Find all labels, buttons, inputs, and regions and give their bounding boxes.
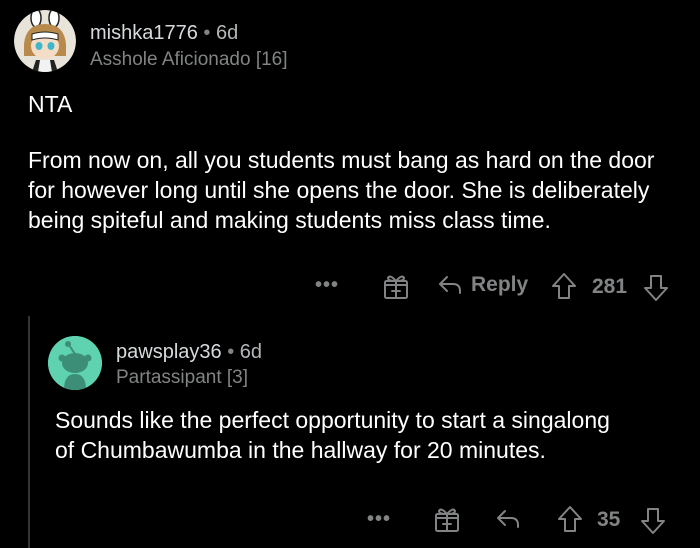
- upvote-arrow-icon: [558, 506, 582, 532]
- anime-avatar-icon: [14, 10, 76, 72]
- user-flair: Partassipant [3]: [116, 367, 249, 388]
- more-options-button[interactable]: •••: [367, 508, 391, 531]
- upvote-arrow-icon: [552, 273, 576, 299]
- username[interactable]: mishka1776: [90, 22, 198, 44]
- gift-icon: [435, 508, 459, 532]
- downvote-button[interactable]: [642, 273, 670, 303]
- comment-paragraph: NTA: [28, 91, 73, 117]
- comment-age: 6d: [239, 341, 263, 363]
- comment-header: mishka1776 • 6d: [90, 22, 238, 45]
- award-button[interactable]: [434, 505, 460, 533]
- reply-button[interactable]: [495, 506, 521, 532]
- comment-paragraph: From now on, all you students must bang …: [28, 147, 655, 233]
- username[interactable]: pawsplay36: [116, 341, 222, 363]
- downvote-arrow-icon: [641, 508, 665, 534]
- reply-button[interactable]: Reply: [437, 272, 528, 298]
- downvote-arrow-icon: [644, 275, 668, 301]
- comment-header: pawsplay36 • 6d: [116, 341, 262, 364]
- more-options-button[interactable]: •••: [315, 274, 339, 297]
- avatar[interactable]: [14, 10, 76, 72]
- separator: •: [227, 341, 235, 363]
- avatar[interactable]: [48, 336, 102, 390]
- thread-line[interactable]: [28, 316, 30, 548]
- reply-icon: [439, 276, 461, 294]
- score-count: 35: [597, 508, 621, 531]
- gift-icon: [384, 275, 408, 299]
- comment-paragraph: Sounds like the perfect opportunity to s…: [55, 407, 610, 463]
- comment-age: 6d: [215, 22, 239, 44]
- user-flair: Asshole Aficionado [16]: [90, 49, 288, 70]
- snoo-avatar-icon: [48, 336, 102, 390]
- downvote-button[interactable]: [639, 506, 667, 536]
- reply-label: Reply: [471, 273, 529, 296]
- upvote-button[interactable]: [550, 271, 578, 301]
- separator: •: [203, 22, 211, 44]
- award-button[interactable]: [383, 272, 409, 300]
- comment-body: NTA From now on, all you students must b…: [28, 89, 678, 235]
- comment-body: Sounds like the perfect opportunity to s…: [55, 405, 655, 465]
- score-count: 281: [592, 275, 628, 298]
- reply-icon: [497, 510, 519, 528]
- upvote-button[interactable]: [556, 504, 584, 534]
